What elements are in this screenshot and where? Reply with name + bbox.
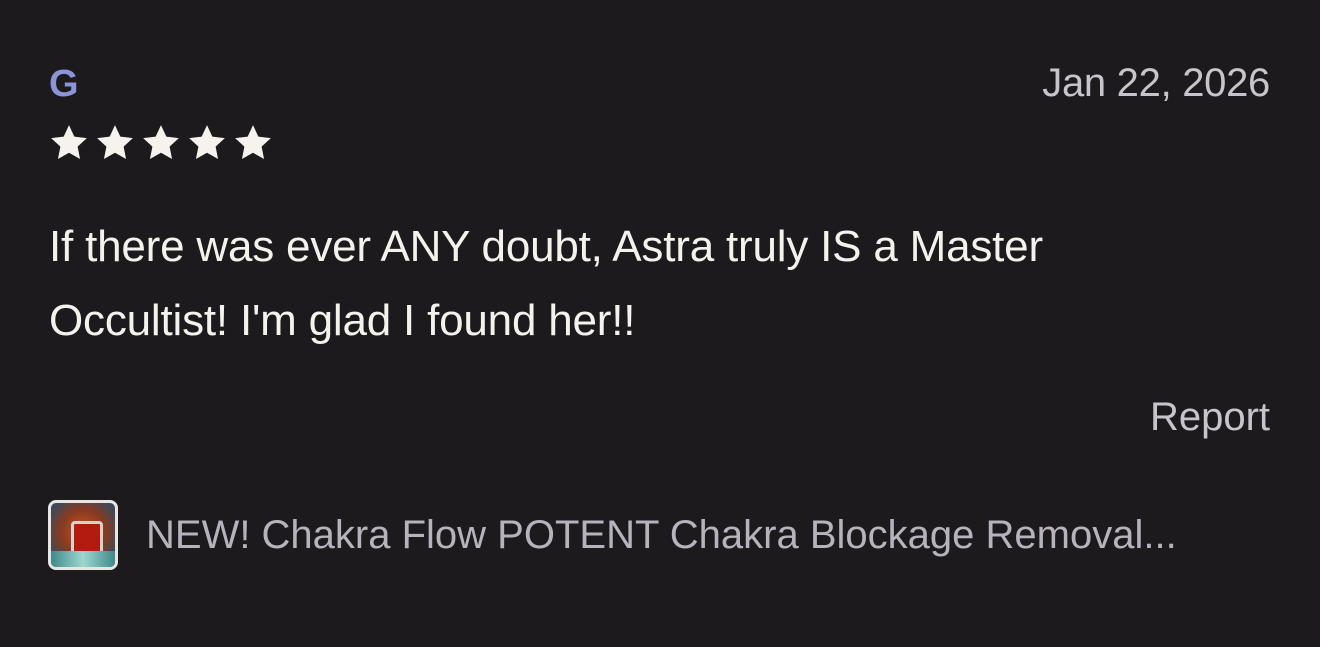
product-link[interactable]: NEW! Chakra Flow POTENT Chakra Blockage … xyxy=(48,500,1177,570)
product-title[interactable]: NEW! Chakra Flow POTENT Chakra Blockage … xyxy=(146,511,1177,559)
review-card: G Jan 22, 2026 If there was ever ANY dou… xyxy=(0,0,1320,647)
report-button[interactable]: Report xyxy=(1150,393,1270,441)
star-icon xyxy=(51,125,87,160)
star-icon xyxy=(189,125,225,160)
star-icon xyxy=(97,125,133,160)
review-date: Jan 22, 2026 xyxy=(1042,61,1270,105)
star-icon xyxy=(143,125,179,160)
product-thumbnail-base xyxy=(51,551,115,567)
review-author: G xyxy=(49,63,79,105)
star-icon xyxy=(235,125,271,160)
star-rating xyxy=(48,122,274,164)
review-text: If there was ever ANY doubt, Astra truly… xyxy=(49,222,1043,345)
product-thumbnail[interactable] xyxy=(48,500,118,570)
